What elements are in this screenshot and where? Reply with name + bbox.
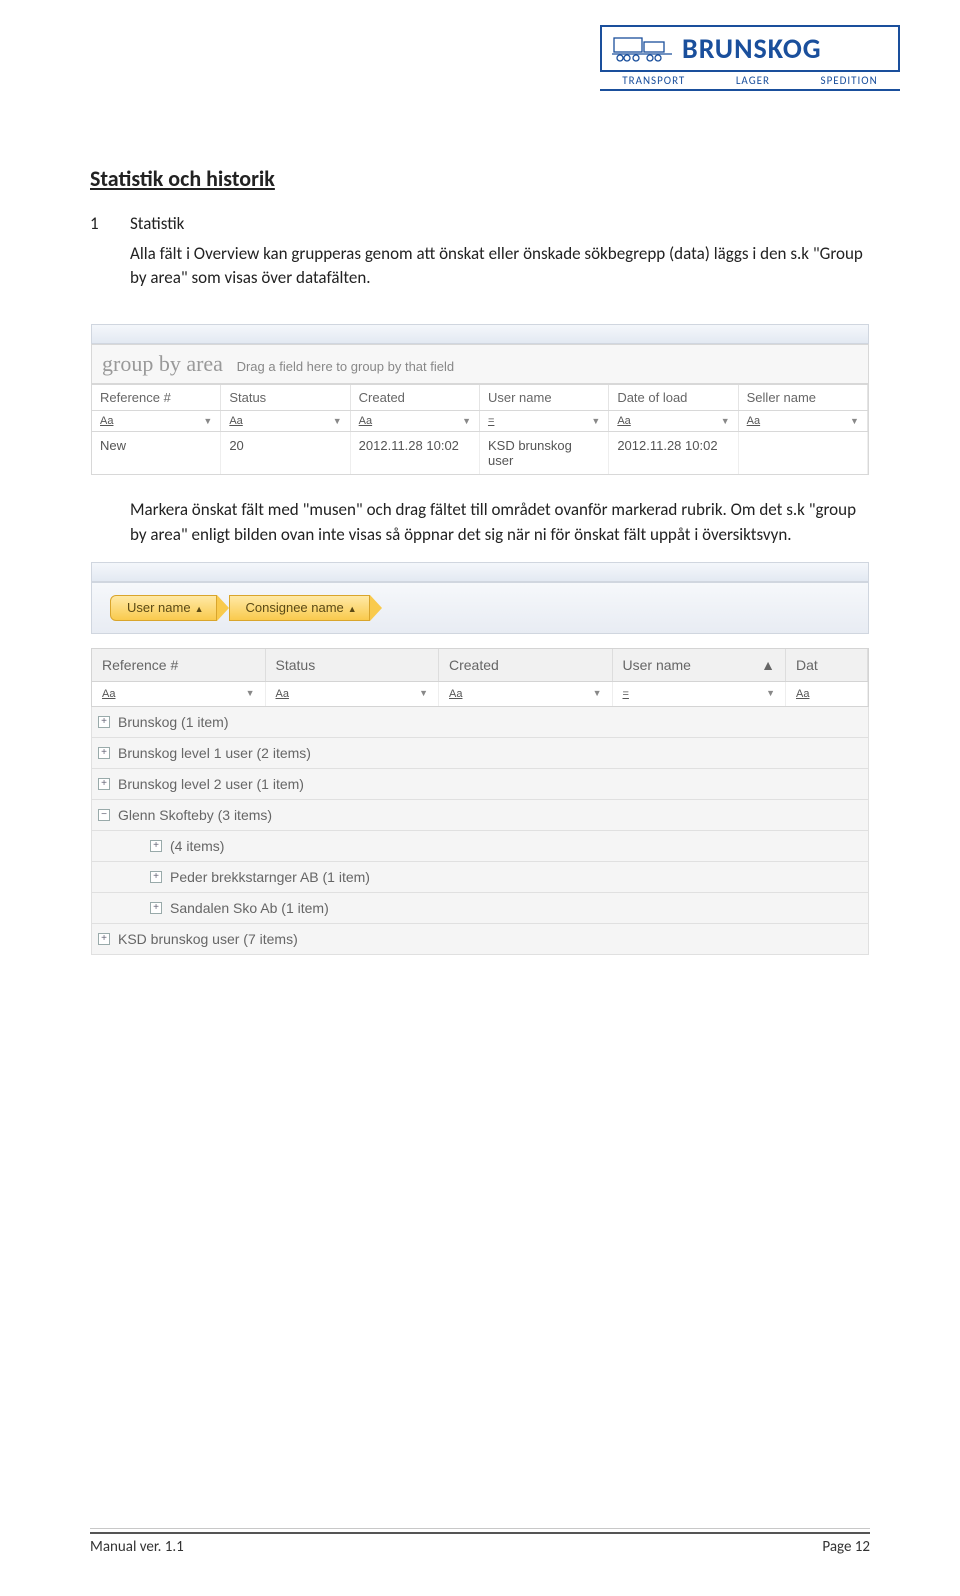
tagline-2: LAGER xyxy=(736,74,770,87)
col-header-username[interactable]: User name▲ xyxy=(613,649,787,681)
filter-status[interactable]: Aa▼ xyxy=(221,411,350,431)
expand-icon[interactable]: + xyxy=(98,716,110,728)
tagline-1: TRANSPORT xyxy=(622,74,685,87)
filter-status[interactable]: Aa▼ xyxy=(266,682,440,706)
expand-icon[interactable]: + xyxy=(150,840,162,852)
paragraph-1: Alla fält i Overview kan grupperas genom… xyxy=(130,242,870,291)
group-tag-username[interactable]: User name▲ xyxy=(110,595,217,621)
item-title: Statistik xyxy=(130,213,184,234)
chevron-down-icon: ▼ xyxy=(203,416,212,426)
group-row[interactable]: + Brunskog level 2 user (1 item) xyxy=(91,769,869,800)
chevron-right-icon xyxy=(217,595,229,621)
col-header-status[interactable]: Status xyxy=(266,649,440,681)
chevron-right-icon xyxy=(370,595,382,621)
filter-dateofload[interactable]: Aa▼ xyxy=(609,411,738,431)
chevron-down-icon: ▼ xyxy=(766,688,775,700)
company-logo: BRUNSKOG TRANSPORT LAGER SPEDITION xyxy=(600,25,900,91)
group-row[interactable]: + Sandalen Sko Ab (1 item) xyxy=(91,893,869,924)
group-row[interactable]: −Glenn Skofteby (3 items) xyxy=(91,800,869,831)
group-by-area-hint: Drag a field here to group by that field xyxy=(237,359,455,374)
screenshot-grouped-grid: User name▲ Consignee name▲ Reference # S… xyxy=(90,561,870,956)
truck-icon xyxy=(612,32,672,66)
sort-asc-icon: ▲ xyxy=(761,657,775,673)
col-header-dateofload[interactable]: Date of load xyxy=(609,385,738,410)
chevron-down-icon: ▼ xyxy=(246,688,255,700)
toolbar-strip xyxy=(91,324,869,344)
logo-text: BRUNSKOG xyxy=(682,31,822,66)
group-row-label: Glenn Skofteby (3 items) xyxy=(118,807,272,823)
expand-icon[interactable]: + xyxy=(98,933,110,945)
chevron-down-icon: ▼ xyxy=(593,688,602,700)
chevron-down-icon: ▼ xyxy=(850,416,859,426)
chevron-down-icon: ▼ xyxy=(419,688,428,700)
cell-reference: New xyxy=(92,432,221,474)
group-row[interactable]: + Brunskog level 1 user (2 items) xyxy=(91,738,869,769)
group-row-label: (4 items) xyxy=(170,838,224,854)
expand-icon[interactable]: + xyxy=(98,778,110,790)
col-header-reference[interactable]: Reference # xyxy=(92,385,221,410)
filter-username[interactable]: =▼ xyxy=(613,682,787,706)
filter-created[interactable]: Aa▼ xyxy=(439,682,613,706)
page-footer: Manual ver. 1.1 Page 12 xyxy=(90,1528,870,1556)
sort-asc-icon: ▲ xyxy=(348,604,357,614)
col-header-date[interactable]: Dat xyxy=(786,649,868,681)
expand-icon[interactable]: + xyxy=(150,902,162,914)
cell-status: 20 xyxy=(221,432,350,474)
tagline-3: SPEDITION xyxy=(821,74,878,87)
group-row[interactable]: + Peder brekkstarnger AB (1 item) xyxy=(91,862,869,893)
col-header-username[interactable]: User name xyxy=(480,385,609,410)
filter-username[interactable]: =▼ xyxy=(480,411,609,431)
group-by-area-title: group by area xyxy=(102,351,223,376)
footer-page: Page 12 xyxy=(822,1538,870,1556)
group-by-area[interactable]: group by area Drag a field here to group… xyxy=(91,344,869,384)
section-heading: Statistik och historik xyxy=(90,165,870,192)
group-row[interactable]: + KSD brunskog user (7 items) xyxy=(91,924,869,955)
group-row-label: KSD brunskog user (7 items) xyxy=(118,931,298,947)
group-row-label: Brunskog (1 item) xyxy=(118,714,228,730)
cell-sellername xyxy=(739,432,868,474)
group-row-label: Peder brekkstarnger AB (1 item) xyxy=(170,869,370,885)
screenshot-grid-overview: group by area Drag a field here to group… xyxy=(90,323,870,476)
chevron-down-icon: ▼ xyxy=(591,416,600,426)
toolbar-strip xyxy=(91,562,869,582)
filter-date[interactable]: Aa xyxy=(786,682,868,706)
filter-created[interactable]: Aa▼ xyxy=(351,411,480,431)
col-header-created[interactable]: Created xyxy=(351,385,480,410)
filter-reference[interactable]: Aa▼ xyxy=(92,411,221,431)
collapse-icon[interactable]: − xyxy=(98,809,110,821)
group-row-label: Sandalen Sko Ab (1 item) xyxy=(170,900,329,916)
col-header-created[interactable]: Created xyxy=(439,649,613,681)
col-header-sellername[interactable]: Seller name xyxy=(739,385,868,410)
filter-sellername[interactable]: Aa▼ xyxy=(739,411,868,431)
group-row-label: Brunskog level 1 user (2 items) xyxy=(118,745,311,761)
footer-version: Manual ver. 1.1 xyxy=(90,1538,184,1556)
cell-dateofload: 2012.11.28 10:02 xyxy=(609,432,738,474)
chevron-down-icon: ▼ xyxy=(462,416,471,426)
expand-icon[interactable]: + xyxy=(150,871,162,883)
filter-reference[interactable]: Aa▼ xyxy=(92,682,266,706)
group-row[interactable]: + Brunskog (1 item) xyxy=(91,707,869,738)
chevron-down-icon: ▼ xyxy=(721,416,730,426)
paragraph-2: Markera önskat fält med "musen" och drag… xyxy=(90,498,870,547)
group-row-label: Brunskog level 2 user (1 item) xyxy=(118,776,304,792)
col-header-reference[interactable]: Reference # xyxy=(92,649,266,681)
cell-username: KSD brunskog user xyxy=(480,432,609,474)
expand-icon[interactable]: + xyxy=(98,747,110,759)
col-header-status[interactable]: Status xyxy=(221,385,350,410)
group-by-area[interactable]: User name▲ Consignee name▲ xyxy=(91,582,869,634)
table-row[interactable]: New 20 2012.11.28 10:02 KSD brunskog use… xyxy=(91,432,869,475)
chevron-down-icon: ▼ xyxy=(333,416,342,426)
sort-asc-icon: ▲ xyxy=(195,604,204,614)
group-tag-consignee[interactable]: Consignee name▲ xyxy=(229,595,370,621)
item-number: 1 xyxy=(90,212,110,305)
group-row[interactable]: + (4 items) xyxy=(91,831,869,862)
cell-created: 2012.11.28 10:02 xyxy=(351,432,480,474)
